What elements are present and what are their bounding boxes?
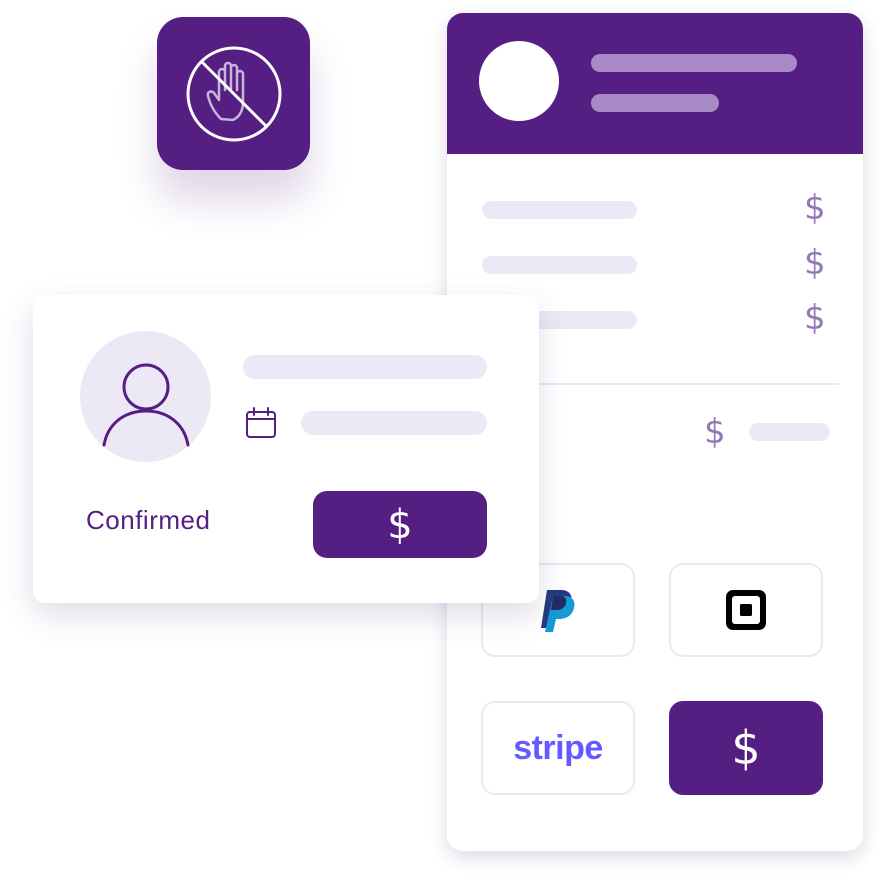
customer-detail-placeholder [591, 94, 719, 112]
stripe-option[interactable]: stripe [481, 701, 635, 795]
line-item-placeholder [482, 256, 637, 274]
booking-status: Confirmed [86, 505, 211, 535]
line-item-price: $ [804, 188, 826, 228]
no-touch-hand-icon [186, 46, 281, 141]
square-icon [726, 590, 766, 630]
booking-card: Confirmed $ [33, 295, 539, 603]
line-item-price: $ [804, 243, 826, 283]
line-item-price: $ [804, 298, 826, 338]
customer-name-placeholder [591, 54, 797, 72]
pay-symbol: $ [387, 501, 413, 548]
square-option[interactable] [669, 563, 823, 657]
calendar-icon [246, 407, 276, 438]
line-item-placeholder [482, 201, 637, 219]
total-amount-placeholder [749, 423, 830, 441]
no-touch-badge [157, 17, 310, 170]
paypal-icon [541, 590, 575, 632]
client-avatar [80, 331, 211, 462]
user-icon [102, 363, 190, 447]
appointment-date-placeholder [301, 411, 487, 435]
cash-payment-button[interactable]: $ [669, 701, 823, 795]
total-currency: $ [704, 412, 726, 452]
customer-avatar [479, 41, 559, 121]
cash-symbol: $ [731, 721, 761, 775]
pay-button[interactable]: $ [313, 491, 487, 558]
invoice-header [447, 13, 863, 154]
client-name-placeholder [243, 355, 487, 379]
stripe-logo: stripe [513, 728, 603, 767]
